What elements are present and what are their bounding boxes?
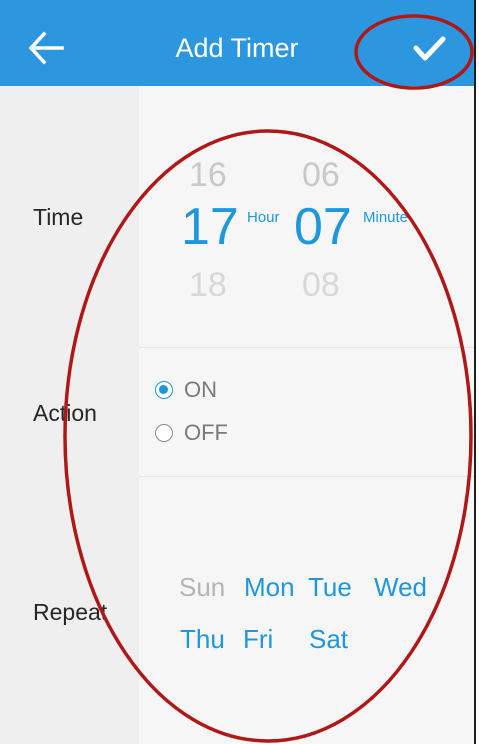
arrow-left-icon [28,31,64,65]
app-screen: Add Timer Time 16 17 Hour 18 06 07 Minut… [0,0,474,744]
checkmark-icon [413,36,446,61]
day-sun[interactable]: Sun [179,572,225,603]
minute-prev-value[interactable]: 06 [302,156,340,195]
action-on-option[interactable]: ON [155,376,217,404]
action-label: Action [33,400,97,426]
action-off-label: OFF [184,420,228,445]
hour-prev-value[interactable]: 16 [189,156,227,195]
screen-edge [474,0,476,744]
minute-next-value[interactable]: 08 [302,266,340,296]
hour-unit-label: Hour [247,209,280,226]
header-bar: Add Timer [0,0,474,86]
repeat-label: Repeat [33,599,108,625]
row-divider [139,347,474,348]
day-thu[interactable]: Thu [180,624,225,655]
radio-checked-icon[interactable] [155,381,173,399]
row-divider [139,476,474,477]
day-tue[interactable]: Tue [308,572,352,603]
action-on-label: ON [184,377,217,402]
day-sat[interactable]: Sat [309,624,348,655]
page-title: Add Timer [175,33,299,63]
confirm-button[interactable] [404,28,454,68]
day-wed[interactable]: Wed [374,572,427,603]
day-mon[interactable]: Mon [244,572,295,603]
back-button[interactable] [22,24,70,72]
minute-unit-label: Minute [363,209,409,226]
radio-unchecked-icon[interactable] [155,424,173,442]
minute-value[interactable]: 07 [294,197,352,257]
action-off-option[interactable]: OFF [155,419,228,447]
hour-value[interactable]: 17 [181,197,239,257]
hour-next-value[interactable]: 18 [189,266,227,296]
time-label: Time [33,204,84,230]
day-fri[interactable]: Fri [243,624,273,655]
